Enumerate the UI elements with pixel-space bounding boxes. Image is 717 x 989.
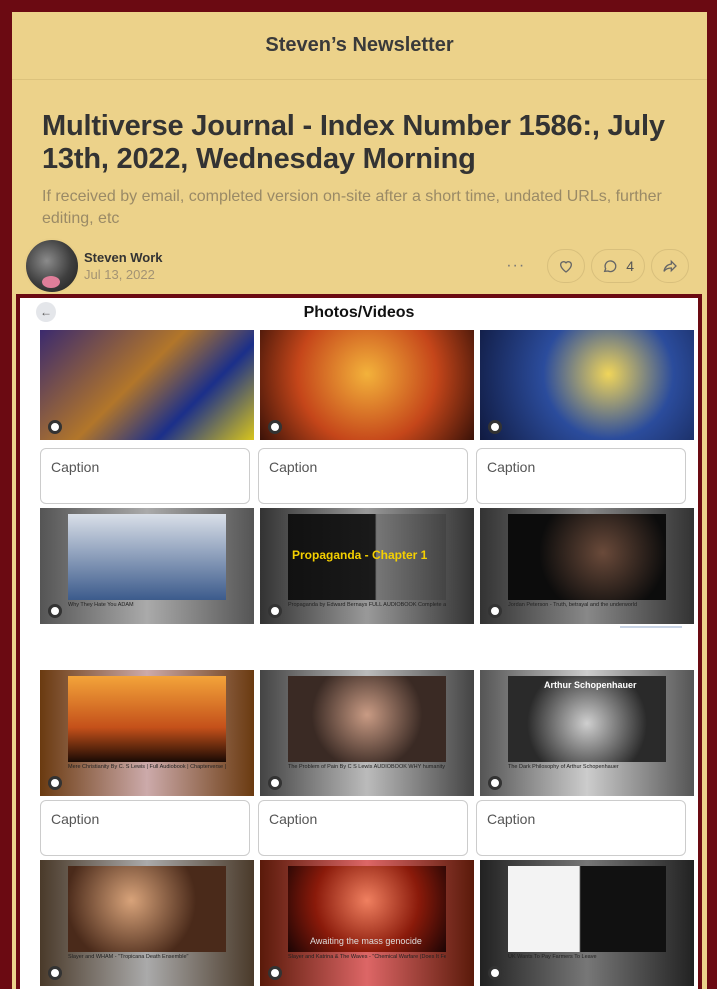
share-icon bbox=[663, 259, 677, 273]
tag-icon[interactable] bbox=[48, 776, 62, 790]
video-title: Slayer and Katrina & The Waves - "Chemic… bbox=[288, 954, 446, 960]
video-tile[interactable]: Mere Christianity By C. S Lewis | Full A… bbox=[40, 670, 254, 796]
tag-icon[interactable] bbox=[488, 420, 502, 434]
video-thumbnail[interactable] bbox=[288, 676, 446, 762]
comments-button[interactable]: 4 bbox=[591, 249, 645, 283]
video-tile[interactable]: UK Wants To Pay Farmers To Leave bbox=[480, 860, 694, 986]
video-tile[interactable]: Propaganda - Chapter 1 Propaganda by Edw… bbox=[260, 508, 474, 624]
photo-tile[interactable] bbox=[260, 330, 474, 440]
embedded-screenshot: ← Photos/Videos Caption Caption Caption … bbox=[16, 294, 702, 989]
video-tile[interactable]: Awaiting the mass genocide Slayer and Ka… bbox=[260, 860, 474, 986]
video-thumbnail[interactable] bbox=[68, 676, 226, 762]
tag-icon[interactable] bbox=[488, 776, 502, 790]
video-tile[interactable]: Why They Hate You ADAM bbox=[40, 508, 254, 624]
post-title: Multiverse Journal - Index Number 1586:,… bbox=[42, 110, 665, 175]
video-tile[interactable]: Jordan Peterson - Truth, betrayal and th… bbox=[480, 508, 694, 624]
video-title: Why They Hate You ADAM bbox=[68, 602, 134, 608]
video-row-3: Slayer and WHAM - "Tropicana Death Ensem… bbox=[40, 860, 694, 986]
post-date: Jul 13, 2022 bbox=[84, 267, 155, 282]
video-thumbnail[interactable] bbox=[508, 866, 666, 952]
video-overlay-text: Propaganda - Chapter 1 bbox=[292, 548, 428, 562]
caption-input[interactable]: Caption bbox=[476, 800, 686, 856]
video-title: Jordan Peterson - Truth, betrayal and th… bbox=[508, 602, 638, 608]
embed-header: ← Photos/Videos bbox=[20, 298, 698, 328]
photo-tile[interactable] bbox=[480, 330, 694, 440]
video-tile[interactable]: Slayer and WHAM - "Tropicana Death Ensem… bbox=[40, 860, 254, 986]
video-thumbnail[interactable] bbox=[68, 514, 226, 600]
video-title: Slayer and WHAM - "Tropicana Death Ensem… bbox=[68, 954, 189, 960]
newsletter-header: Steven’s Newsletter bbox=[12, 12, 707, 80]
tag-icon[interactable] bbox=[48, 966, 62, 980]
tag-icon[interactable] bbox=[268, 420, 282, 434]
photo-tile[interactable] bbox=[40, 330, 254, 440]
author-name[interactable]: Steven Work bbox=[84, 250, 163, 265]
tag-icon[interactable] bbox=[268, 776, 282, 790]
tag-icon[interactable] bbox=[268, 604, 282, 618]
caption-input[interactable]: Caption bbox=[476, 448, 686, 504]
video-overlay-text: Arthur Schopenhauer bbox=[544, 680, 637, 690]
heart-icon bbox=[560, 261, 573, 273]
video-row-1: Why They Hate You ADAM Propaganda - Chap… bbox=[40, 508, 694, 624]
video-title: Propaganda by Edward Bernays FULL AUDIOB… bbox=[288, 602, 446, 608]
tag-icon[interactable] bbox=[48, 604, 62, 618]
video-thumbnail[interactable]: Propaganda - Chapter 1 bbox=[288, 514, 446, 600]
caption-row-2: Caption Caption Caption bbox=[40, 800, 686, 856]
divider bbox=[620, 626, 682, 628]
post-actions: ··· 4 bbox=[490, 249, 695, 283]
video-row-2: Mere Christianity By C. S Lewis | Full A… bbox=[40, 670, 694, 796]
video-tile[interactable]: Arthur Schopenhauer The Dark Philosophy … bbox=[480, 670, 694, 796]
video-thumbnail[interactable] bbox=[68, 866, 226, 952]
video-thumbnail[interactable] bbox=[508, 514, 666, 600]
back-button[interactable]: ← bbox=[36, 302, 56, 322]
tag-icon[interactable] bbox=[48, 420, 62, 434]
tag-icon[interactable] bbox=[268, 966, 282, 980]
caption-input[interactable]: Caption bbox=[258, 800, 468, 856]
video-title: The Problem of Pain By C S Lewis AUDIOBO… bbox=[288, 764, 446, 770]
comment-count: 4 bbox=[626, 258, 634, 274]
newsletter-name[interactable]: Steven’s Newsletter bbox=[265, 34, 453, 57]
video-thumbnail[interactable]: Arthur Schopenhauer bbox=[508, 676, 666, 762]
photo-row-1 bbox=[40, 330, 694, 440]
caption-input[interactable]: Caption bbox=[258, 448, 468, 504]
embed-title: Photos/Videos bbox=[303, 304, 415, 321]
avatar[interactable] bbox=[24, 238, 80, 294]
share-button[interactable] bbox=[651, 249, 689, 283]
caption-row-1: Caption Caption Caption bbox=[40, 448, 686, 504]
tag-icon[interactable] bbox=[488, 604, 502, 618]
video-tile[interactable]: The Problem of Pain By C S Lewis AUDIOBO… bbox=[260, 670, 474, 796]
video-title: UK Wants To Pay Farmers To Leave bbox=[508, 954, 597, 960]
caption-input[interactable]: Caption bbox=[40, 448, 250, 504]
comment-icon bbox=[603, 260, 617, 273]
post-subtitle: If received by email, completed version … bbox=[42, 188, 662, 227]
tag-icon[interactable] bbox=[488, 966, 502, 980]
video-title: The Dark Philosophy of Arthur Schopenhau… bbox=[508, 764, 619, 770]
video-thumbnail[interactable]: Awaiting the mass genocide bbox=[288, 866, 446, 952]
caption-input[interactable]: Caption bbox=[40, 800, 250, 856]
video-overlay-text: Awaiting the mass genocide bbox=[310, 936, 422, 946]
more-options-icon[interactable]: ··· bbox=[490, 257, 541, 275]
like-button[interactable] bbox=[547, 249, 586, 283]
byline: Steven Work Jul 13, 2022 ··· 4 bbox=[24, 238, 695, 294]
author-block: Steven Work Jul 13, 2022 bbox=[84, 250, 163, 282]
video-title: Mere Christianity By C. S Lewis | Full A… bbox=[68, 764, 226, 770]
